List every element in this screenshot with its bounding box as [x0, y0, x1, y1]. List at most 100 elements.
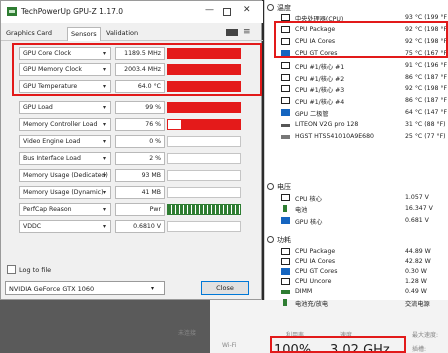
- reading-value: 16.347 V: [405, 205, 433, 213]
- chevron-down-icon[interactable]: ▾: [103, 138, 106, 145]
- collapse-icon[interactable]: [267, 4, 274, 11]
- minimize-button[interactable]: —: [205, 5, 214, 15]
- menu-icon[interactable]: ≡: [243, 27, 251, 37]
- sensor-reading-row: LITEON V2G pro 128 31 °C (88 °F): [277, 120, 447, 130]
- sensor-name-dropdown[interactable]: Memory Usage (Dedicated): [19, 169, 111, 182]
- highlight-box-speed: [270, 336, 406, 353]
- sensor-name-dropdown[interactable]: GPU Load: [19, 101, 111, 114]
- reading-name: GPU 核心: [295, 218, 323, 226]
- chip-icon: [281, 97, 290, 105]
- sensor-name-dropdown[interactable]: Video Engine Load: [19, 135, 111, 148]
- reading-value: 1.28 W: [405, 278, 427, 286]
- close-window-button[interactable]: ✕: [243, 5, 251, 15]
- sensor-graph: [167, 170, 241, 181]
- tab-validation[interactable]: Validation: [103, 27, 141, 41]
- sensor-reading-row: CPU GT Cores 0.30 W: [277, 267, 447, 277]
- sensor-name-dropdown[interactable]: VDDC: [19, 220, 111, 233]
- close-button[interactable]: Close: [201, 281, 249, 295]
- gpuc-icon: [281, 109, 290, 117]
- sensor-value: Pwr: [115, 203, 165, 216]
- sensor-graph: [167, 153, 241, 164]
- chevron-down-icon[interactable]: ▾: [103, 172, 106, 179]
- chevron-down-icon[interactable]: ▾: [103, 206, 106, 213]
- reading-value: 64 °C (147 °F: [405, 109, 448, 117]
- sensor-name-dropdown[interactable]: PerfCap Reason: [19, 203, 111, 216]
- title-bar[interactable]: TechPowerUp GPU-Z 1.17.0 — ✕: [1, 1, 263, 23]
- sensor-row-vddc: VDDC ▾ 0.6810 V: [19, 220, 241, 233]
- sensor-value: 0 %: [115, 135, 165, 148]
- backdrop-sidebar: [0, 300, 210, 353]
- chip-icon: [281, 278, 290, 286]
- reading-value: 86 °C (187 °F: [405, 97, 448, 105]
- sensor-reading-row: DIMM 0.49 W: [277, 287, 447, 297]
- sensor-reading-row: CPU IA Cores 42.82 W: [277, 257, 447, 267]
- max-speed-label: 最大速度:: [412, 332, 439, 339]
- reading-value: 44.89 W: [405, 248, 431, 255]
- reading-value: 0.30 W: [405, 268, 427, 276]
- chevron-down-icon[interactable]: ▾: [103, 155, 106, 162]
- reading-name: CPU #1/核心 #2: [295, 75, 345, 83]
- sensor-row-video-engine-load: Video Engine Load ▾ 0 %: [19, 135, 241, 148]
- sensor-row-memory-usage-dynamic: Memory Usage (Dynamic) ▾ 41 MB: [19, 186, 241, 199]
- chevron-down-icon[interactable]: ▾: [103, 121, 106, 128]
- maximize-button[interactable]: [223, 8, 231, 16]
- window-title: TechPowerUp GPU-Z 1.17.0: [21, 7, 124, 16]
- sensor-value: 99 %: [115, 101, 165, 114]
- sensor-graph: [167, 102, 241, 113]
- reading-value: 86 °C (187 °F: [405, 73, 448, 81]
- sensor-value: 41 MB: [115, 186, 165, 199]
- sensor-name-dropdown[interactable]: Memory Usage (Dynamic): [19, 186, 111, 199]
- sensor-reading-row: GPU 核心 0.681 V: [277, 216, 447, 226]
- reading-name: CPU 核心: [295, 196, 322, 203]
- reading-name: HGST HTS541010A9E680: [295, 133, 374, 140]
- batt-icon: [283, 205, 287, 213]
- highlight-box-gpuz: [12, 43, 262, 96]
- gpuc-icon: [281, 216, 290, 224]
- collapse-icon[interactable]: [267, 236, 274, 243]
- reading-value: 25 °C (77 °F): [405, 133, 446, 140]
- reading-value: 1.057 V: [405, 194, 429, 201]
- section-voltage[interactable]: 电压: [267, 182, 291, 192]
- reading-name: 电池: [295, 207, 308, 215]
- backdrop-status-text: 未连接: [178, 330, 197, 337]
- chip-icon: [281, 85, 290, 93]
- collapse-icon[interactable]: [267, 183, 274, 190]
- gpu-card-icon[interactable]: [226, 29, 238, 36]
- reading-name: CPU IA Cores: [295, 258, 336, 266]
- section-temperature[interactable]: 温度: [267, 3, 291, 13]
- tab-sensors[interactable]: Sensors: [67, 27, 101, 41]
- chevron-down-icon[interactable]: ▾: [103, 104, 106, 111]
- reading-name: CPU #1/核心 #3: [295, 87, 345, 95]
- sensor-row-perfcap-reason: PerfCap Reason ▾ Pwr: [19, 203, 241, 216]
- reading-value: 交流电源: [405, 300, 430, 308]
- sensor-graph: [167, 136, 241, 147]
- reading-value: 91 °C (196 °F: [405, 61, 448, 69]
- hdd-icon: [281, 135, 290, 139]
- chevron-down-icon[interactable]: ▾: [151, 285, 154, 292]
- gpu-select[interactable]: NVIDIA GeForce GTX 1060: [5, 281, 165, 295]
- reading-name: GPU 二极管: [295, 111, 329, 119]
- sensor-graph: [167, 119, 241, 130]
- sensor-graph: [167, 204, 241, 215]
- chevron-down-icon[interactable]: ▾: [103, 223, 106, 230]
- chip-icon: [281, 194, 290, 201]
- tab-graphics-card[interactable]: Graphics Card: [3, 27, 55, 41]
- reading-value: 0.681 V: [405, 216, 429, 224]
- sensor-name-dropdown[interactable]: Bus Interface Load: [19, 152, 111, 165]
- reading-name: CPU Package: [295, 248, 336, 255]
- sensor-name-dropdown[interactable]: Memory Controller Load: [19, 118, 111, 131]
- sensor-reading-row: HGST HTS541010A9E680 25 °C (77 °F): [277, 132, 447, 142]
- log-to-file-checkbox[interactable]: [7, 265, 16, 274]
- sensor-value: 93 MB: [115, 169, 165, 182]
- sockets-label: 插槽:: [412, 346, 427, 353]
- section-power[interactable]: 功耗: [267, 235, 291, 245]
- reading-name: CPU #1/核心 #1: [295, 63, 345, 71]
- sensor-reading-row: CPU #1/核心 #1 91 °C (196 °F: [277, 61, 447, 71]
- chip-icon: [281, 61, 290, 69]
- reading-name: CPU GT Cores: [295, 268, 338, 276]
- sensor-value: 76 %: [115, 118, 165, 131]
- log-to-file-label: Log to file: [19, 266, 52, 274]
- wifi-label[interactable]: Wi-Fi: [222, 342, 236, 349]
- chevron-down-icon[interactable]: ▾: [103, 189, 106, 196]
- sensor-graph: [167, 221, 241, 232]
